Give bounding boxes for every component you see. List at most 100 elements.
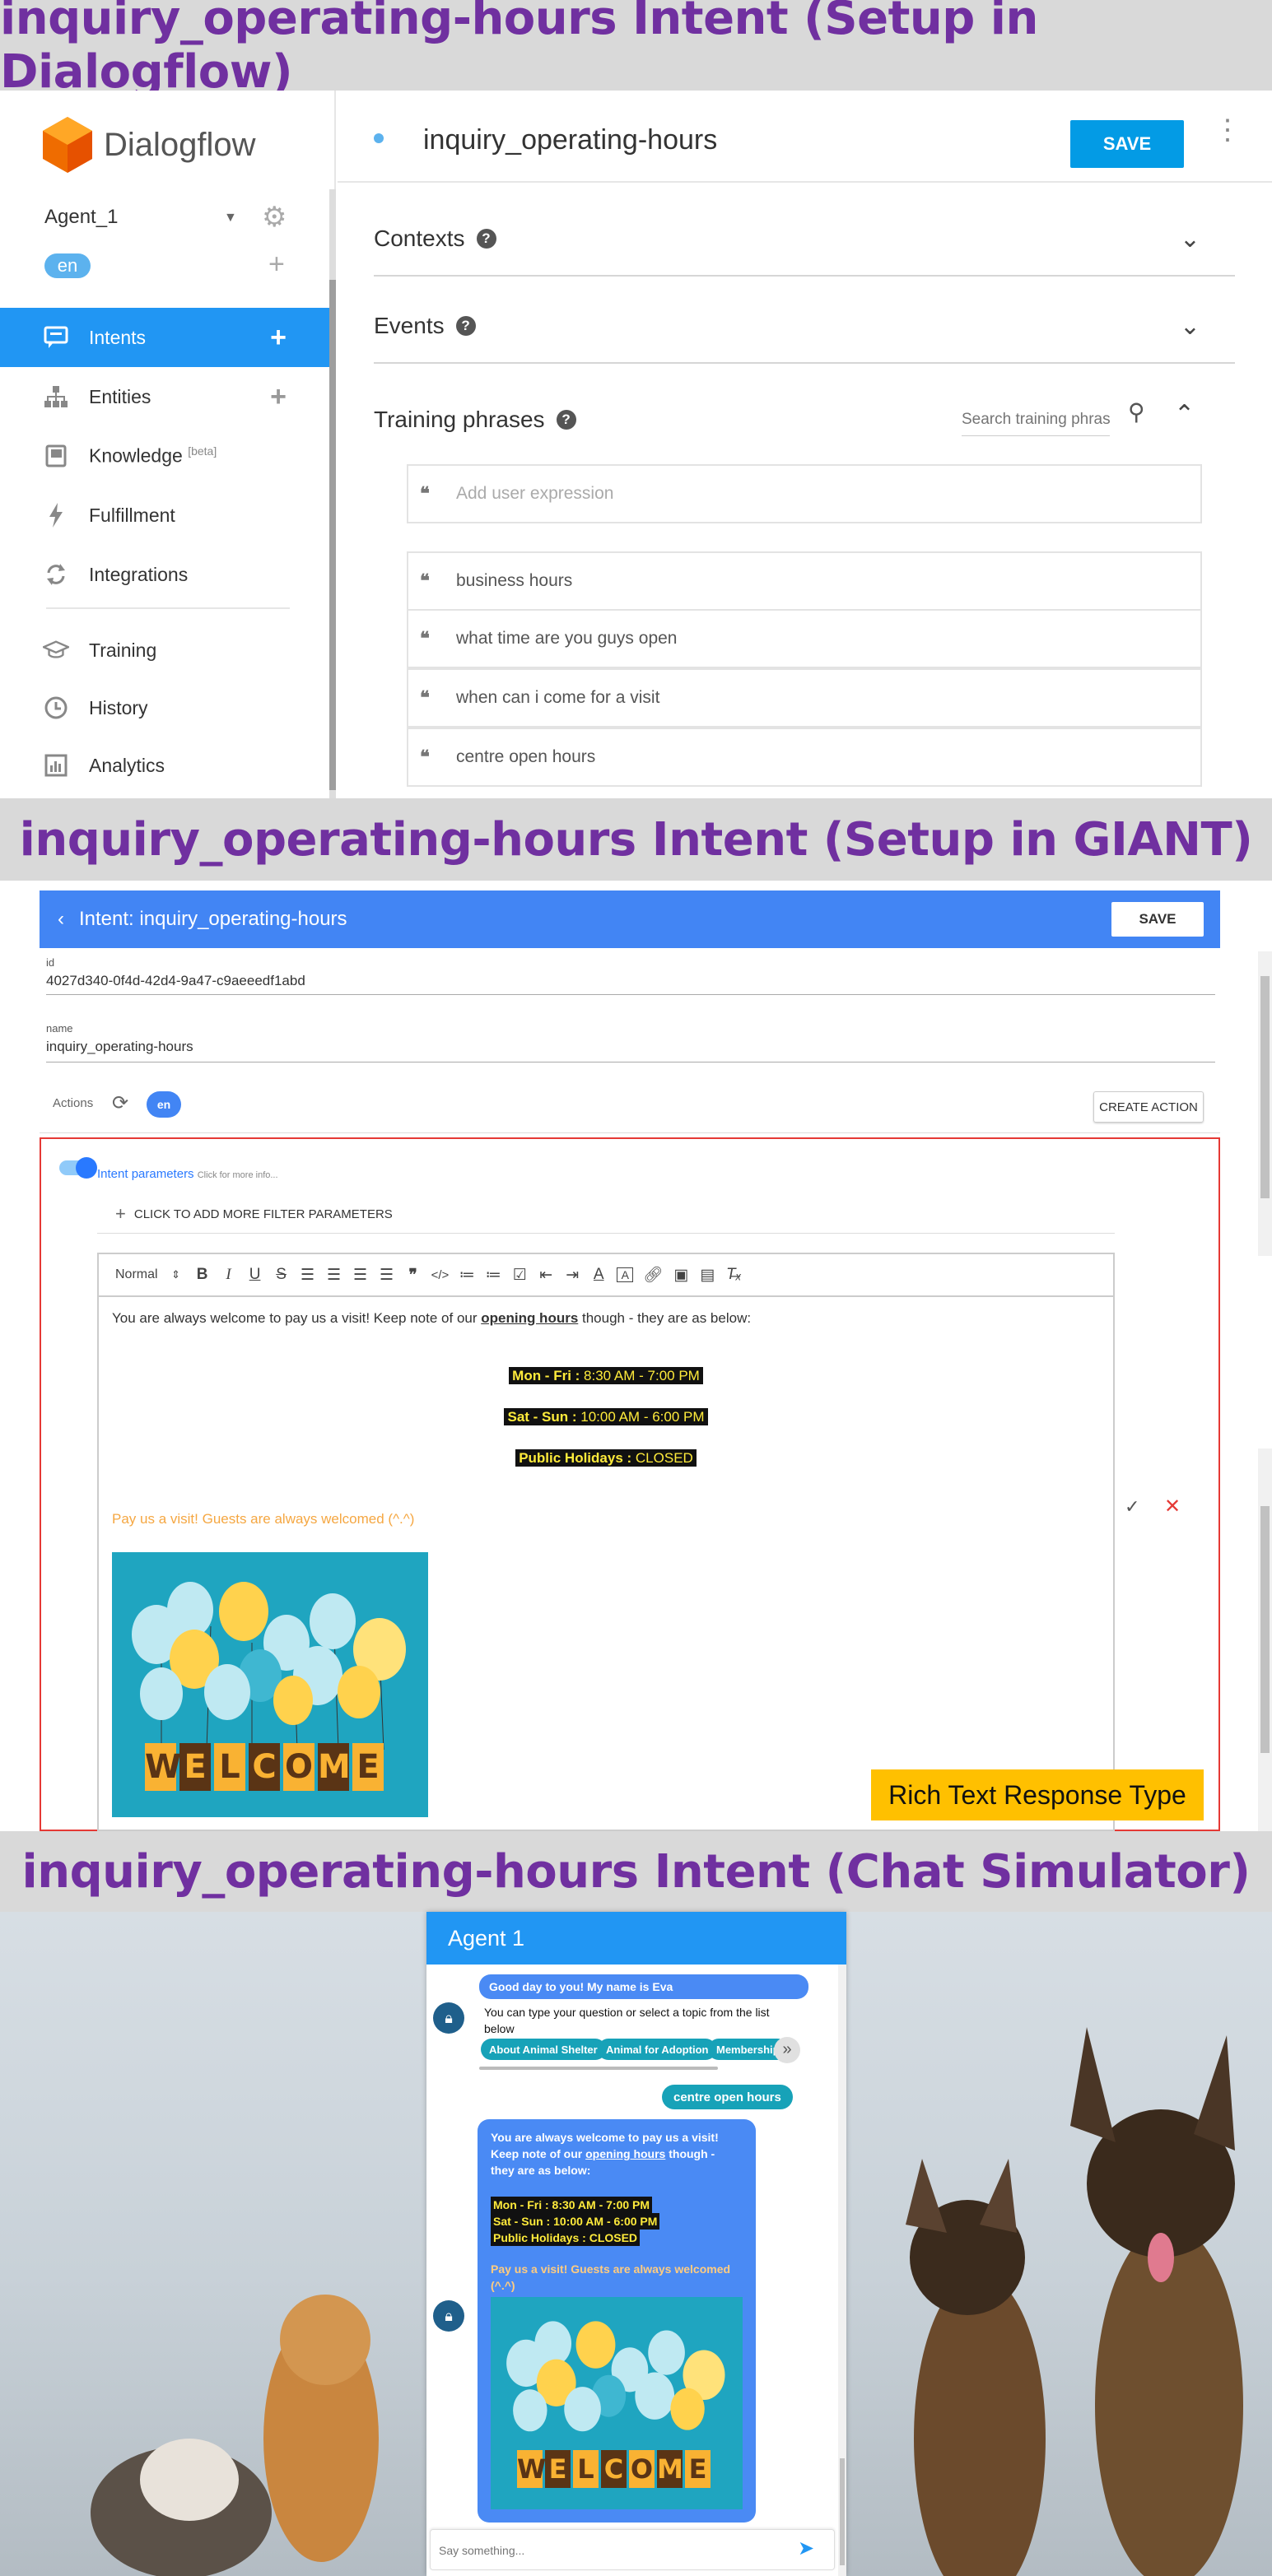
strikethrough-icon[interactable]: S (273, 1266, 290, 1284)
gear-icon[interactable]: ⚙ (262, 201, 287, 234)
intent-parameters-label[interactable]: Intent parameters Click for more info... (97, 1167, 278, 1181)
image-icon[interactable]: ▣ (673, 1266, 689, 1285)
training-phrase-row[interactable]: ❝ what time are you guys open (407, 609, 1202, 668)
align-center-icon[interactable]: ☰ (326, 1266, 342, 1285)
scroll-chips-right-icon[interactable]: » (774, 2037, 800, 2063)
bot-message: Good day to you! My name is Eva (479, 1974, 808, 1999)
dialogflow-logo[interactable]: Dialogflow (43, 117, 256, 173)
checklist-icon[interactable]: ☑ (511, 1266, 528, 1285)
sidebar-item-intents[interactable]: Intents + (0, 308, 329, 367)
status-dot (374, 133, 384, 143)
create-action-button[interactable]: CREATE ACTION (1093, 1091, 1204, 1123)
search-icon[interactable]: ⚲ (1128, 398, 1145, 425)
rich-text-editor[interactable]: Normal ⇕ B I U S ☰ ☰ ☰ ☰ ❞ </> ≔ ≔ ☑ ⇤ ⇥… (97, 1253, 1115, 1831)
ordered-list-icon[interactable]: ≔ (459, 1266, 475, 1285)
welcome-banner: W E L C O M E (517, 2450, 711, 2488)
add-filter-parameters-button[interactable]: + CLICK TO ADD MORE FILTER PARAMETERS (115, 1203, 393, 1225)
sidebar-item-entities[interactable]: Entities + (0, 367, 329, 426)
contexts-section[interactable]: Contexts? ⌄ (374, 214, 1200, 263)
more-vert-icon[interactable]: ⋮ (1214, 116, 1242, 144)
search-training-input[interactable] (962, 403, 1110, 436)
format-select[interactable]: Normal (115, 1267, 158, 1282)
select-arrows-icon[interactable]: ⇕ (168, 1268, 184, 1281)
chevron-down-icon[interactable]: ⌄ (1180, 225, 1200, 253)
training-phrase-row[interactable]: ❝ business hours (407, 551, 1202, 611)
id-value[interactable]: 4027d340-0f4d-42d4-9a47-c9aeeedf1abd (46, 973, 305, 989)
intent-title: Intent: inquiry_operating-hours (79, 908, 347, 930)
language-chip[interactable]: en (147, 1091, 181, 1118)
more-info-link[interactable]: Click for more info... (198, 1170, 278, 1180)
help-icon[interactable]: ? (556, 410, 576, 430)
italic-icon[interactable]: I (221, 1266, 237, 1284)
clear-format-icon[interactable]: T̶ₓ (725, 1266, 742, 1284)
events-section[interactable]: Events? ⌄ (374, 301, 1200, 351)
chevron-down-icon[interactable]: ⌄ (1180, 312, 1200, 341)
align-right-icon[interactable]: ☰ (352, 1266, 369, 1285)
quick-reply-chip[interactable]: About Animal Shelter (481, 2039, 606, 2060)
link-icon[interactable]: 🔗︎ (643, 1265, 663, 1285)
chevron-down-icon[interactable]: ▼ (224, 211, 237, 226)
outdent-icon[interactable]: ⇤ (538, 1266, 554, 1285)
user-message: centre open hours (662, 2085, 793, 2109)
intent-parameters-toggle[interactable] (59, 1157, 97, 1179)
quick-reply-chip[interactable]: Animal for Adoption (598, 2039, 717, 2060)
opening-hours-link[interactable]: opening hours (481, 1310, 578, 1326)
sidebar-scrollbar[interactable] (329, 189, 336, 798)
save-button[interactable]: SAVE (1111, 902, 1204, 937)
add-entity-icon[interactable]: + (270, 381, 287, 413)
name-field[interactable]: inquiry_operating-hours (46, 1039, 193, 1055)
bot-message: You can type your question or select a t… (484, 2006, 770, 2035)
scrollbar[interactable] (1258, 1448, 1272, 1831)
chat-input-bar: ➤ (430, 2529, 835, 2570)
close-icon[interactable]: ✕ (1164, 1495, 1181, 1518)
chips-scrollbar[interactable] (479, 2067, 718, 2070)
add-expression-field[interactable]: ❝ Add user expression (407, 464, 1202, 523)
save-button[interactable]: SAVE (1070, 120, 1184, 168)
chevron-up-icon[interactable]: ⌃ (1174, 400, 1195, 429)
help-icon[interactable]: ? (476, 229, 496, 249)
font-color-icon[interactable]: A (590, 1266, 607, 1284)
rich-text-response-type-label: Rich Text Response Type (871, 1769, 1204, 1820)
opening-hours-link[interactable]: opening hours (585, 2147, 665, 2160)
help-icon[interactable]: ? (455, 316, 476, 336)
background-color-icon[interactable]: A (617, 1267, 634, 1282)
code-icon[interactable]: </> (431, 1268, 450, 1282)
add-language-icon[interactable]: + (268, 249, 285, 281)
sidebar-item-training[interactable]: Training (0, 621, 329, 680)
training-phrase-row[interactable]: ❝ when can i come for a visit (407, 668, 1202, 728)
training-phrase-row[interactable]: ❝ centre open hours (407, 728, 1202, 787)
sidebar-item-knowledge[interactable]: Knowledge [beta] (0, 426, 329, 486)
scrollbar[interactable] (1258, 951, 1272, 1256)
welcome-banner: W E L C O M E (145, 1743, 384, 1791)
bolt-icon (43, 502, 69, 528)
sitemap-icon (43, 384, 69, 410)
back-arrow-icon[interactable]: ‹ (58, 908, 64, 931)
hours-line: Sat - Sun : 10:00 AM - 6:00 PM (99, 1408, 1113, 1425)
chat-scrollbar[interactable] (838, 1965, 846, 2576)
video-icon[interactable]: ▤ (699, 1266, 715, 1285)
underline-icon[interactable]: U (247, 1266, 263, 1284)
bold-icon[interactable]: B (194, 1266, 211, 1284)
indent-icon[interactable]: ⇥ (564, 1266, 580, 1285)
align-left-icon[interactable]: ☰ (300, 1266, 316, 1285)
add-intent-icon[interactable]: + (270, 322, 287, 354)
sidebar-item-fulfillment[interactable]: Fulfillment (0, 486, 329, 545)
chat-simulator-window: Agent 1 Good day to you! My name is Eva … (426, 1912, 846, 2576)
lock-icon: 🔒︎ (445, 2009, 453, 2026)
sidebar-item-analytics[interactable]: Analytics (0, 736, 329, 795)
clock-icon (43, 695, 69, 721)
chat-message-input[interactable] (439, 2538, 785, 2563)
language-badge[interactable]: en (44, 253, 91, 278)
refresh-icon[interactable]: ⟳ (112, 1091, 128, 1115)
sidebar-item-history[interactable]: History (0, 678, 329, 737)
bullet-list-icon[interactable]: ≔ (485, 1266, 501, 1285)
check-icon[interactable]: ✓ (1125, 1496, 1139, 1518)
sidebar-divider (46, 607, 290, 609)
send-icon[interactable]: ➤ (798, 2536, 814, 2560)
sidebar-item-label: Fulfillment (89, 504, 175, 526)
agent-selector[interactable]: Agent_1 (44, 206, 118, 229)
intent-name-input[interactable] (423, 120, 835, 160)
blockquote-icon[interactable]: ❞ (405, 1266, 422, 1285)
sidebar-item-integrations[interactable]: Integrations (0, 545, 329, 604)
align-justify-icon[interactable]: ☰ (379, 1266, 395, 1285)
